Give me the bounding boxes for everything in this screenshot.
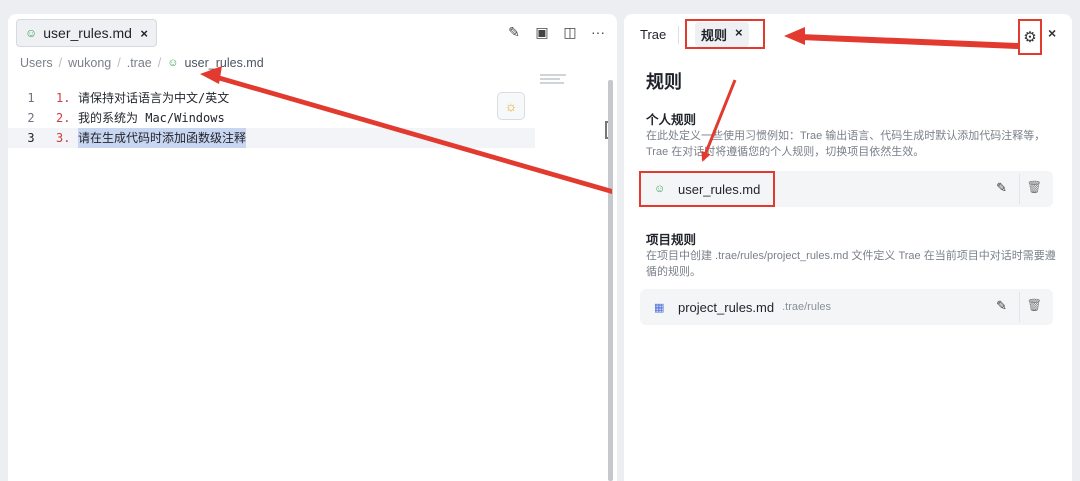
list-number: 2. bbox=[56, 111, 71, 125]
preview-icon[interactable]: ▣ bbox=[533, 24, 551, 41]
project-file-icon: ▦ bbox=[654, 301, 665, 314]
breadcrumb-item[interactable]: .trae bbox=[127, 56, 152, 70]
code-line-active[interactable]: 3 3. 请在生成代码时添加函数级注释 bbox=[8, 128, 535, 148]
trash-icon[interactable]: 🗑 bbox=[1027, 180, 1042, 194]
close-tab-icon[interactable]: × bbox=[735, 25, 743, 44]
project-rules-card[interactable]: ▦ project_rules.md .trae/rules ✎ 🗑 bbox=[640, 289, 1053, 325]
breadcrumb-current[interactable]: user_rules.md bbox=[184, 56, 263, 70]
tab-trae[interactable]: Trae bbox=[640, 27, 666, 42]
minimap[interactable] bbox=[540, 74, 566, 84]
user-file-icon: ☺ bbox=[25, 26, 38, 40]
lightbulb-icon[interactable]: ☼ bbox=[497, 92, 525, 120]
file-tab-label: user_rules.md bbox=[43, 25, 132, 41]
annotation-box bbox=[639, 171, 775, 207]
line-number: 1 bbox=[27, 91, 35, 105]
editor-toolbar: ✎ ▣ ◫ ··· bbox=[505, 24, 607, 41]
list-number: 3. bbox=[56, 131, 71, 145]
breadcrumb-item[interactable]: Users bbox=[20, 56, 53, 70]
divider bbox=[1019, 174, 1020, 204]
more-icon[interactable]: ··· bbox=[589, 24, 607, 41]
trash-icon[interactable]: 🗑 bbox=[1027, 298, 1042, 312]
project-rules-title: 项目规则 bbox=[646, 233, 697, 247]
breadcrumb-separator: / bbox=[117, 56, 121, 70]
screen: ☺ user_rules.md × ✎ ▣ ◫ ··· Users / wuko… bbox=[0, 0, 1080, 481]
breadcrumb: Users / wukong / .trae / ☺ user_rules.md bbox=[20, 56, 264, 70]
tab-divider bbox=[678, 26, 679, 44]
tab-rules[interactable]: 规则 × bbox=[685, 19, 765, 49]
divider bbox=[1019, 292, 1020, 322]
breadcrumb-separator: / bbox=[58, 56, 63, 70]
page-title: 规则 bbox=[646, 72, 682, 92]
close-panel-icon[interactable]: × bbox=[1048, 25, 1056, 41]
split-icon[interactable]: ◫ bbox=[561, 24, 579, 41]
line-text: 我的系统为 Mac/Windows bbox=[78, 111, 225, 125]
close-tab-icon[interactable]: × bbox=[140, 26, 148, 41]
gear-icon[interactable]: ⚙ bbox=[1018, 19, 1042, 55]
breadcrumb-separator: / bbox=[157, 56, 162, 70]
personal-rules-title: 个人规则 bbox=[646, 113, 697, 127]
line-text: 请保持对话语言为中文/英文 bbox=[78, 91, 230, 105]
vertical-scrollbar[interactable] bbox=[608, 80, 613, 481]
line-number: 2 bbox=[27, 111, 35, 125]
editor-pane: ☺ user_rules.md × ✎ ▣ ◫ ··· Users / wuko… bbox=[8, 14, 617, 481]
line-text-selected: 请在生成代码时添加函数级注释 bbox=[78, 128, 247, 148]
rule-file-path: .trae/rules bbox=[782, 301, 832, 313]
project-rules-desc: 在项目中创建 .trae/rules/project_rules.md 文件定义… bbox=[646, 250, 1056, 278]
personal-rules-desc: 在此处定义一些使用习惯例如：Trae 输出语言、代码生成时默认添加代码注释等，T… bbox=[646, 130, 1046, 158]
editor-tabbar: ☺ user_rules.md × ✎ ▣ ◫ ··· bbox=[8, 14, 617, 54]
file-tab-user-rules[interactable]: ☺ user_rules.md × bbox=[16, 19, 157, 47]
line-number: 3 bbox=[27, 131, 35, 145]
tab-rules-label: 规则 bbox=[701, 27, 728, 43]
edit-icon[interactable]: ✎ bbox=[996, 298, 1007, 314]
edit-icon[interactable]: ✎ bbox=[505, 24, 523, 41]
user-file-icon: ☺ bbox=[167, 57, 179, 69]
rule-file-name[interactable]: project_rules.md bbox=[678, 300, 774, 315]
list-number: 1. bbox=[56, 91, 71, 105]
breadcrumb-item[interactable]: wukong bbox=[68, 56, 111, 70]
rules-panel: Trae 规则 × ⚙ × 规则 个人规则 在此处定义一些使用习惯例如：Trae… bbox=[624, 14, 1072, 481]
edit-icon[interactable]: ✎ bbox=[996, 180, 1007, 196]
